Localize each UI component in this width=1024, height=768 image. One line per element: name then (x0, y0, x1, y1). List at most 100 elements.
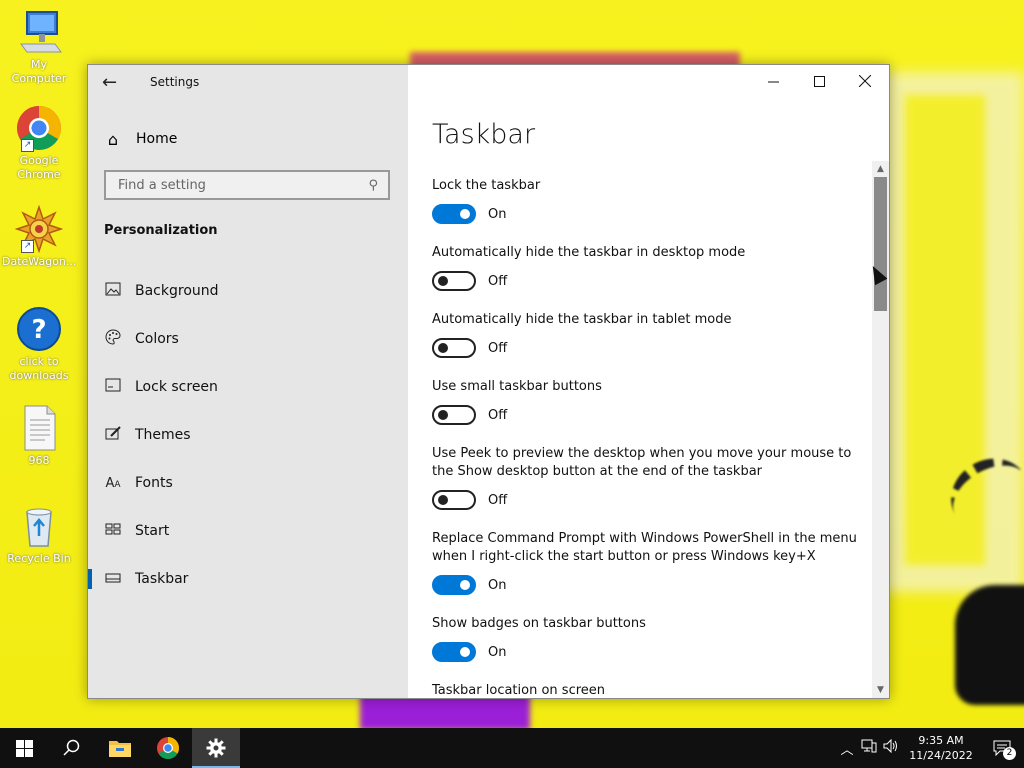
volume-icon[interactable] (880, 738, 902, 757)
search-box[interactable]: ⚲ (104, 170, 390, 200)
nav-item-label: Background (135, 283, 219, 299)
chrome-icon: ↗ (15, 104, 63, 152)
desktop-icon-downloads[interactable]: ? click to downloads (2, 305, 76, 383)
nav-home[interactable]: ⌂ Home (104, 127, 177, 151)
svg-text:?: ? (31, 315, 46, 345)
nav-item-label: Colors (135, 331, 179, 347)
toggle-state: Off (488, 492, 508, 508)
toggle-knob (438, 343, 448, 353)
powershell-toggle[interactable]: On (432, 575, 862, 595)
toggle-switch[interactable] (432, 271, 476, 291)
desktop-icon-label: Google Chrome (17, 154, 61, 181)
toggle-switch[interactable] (432, 490, 476, 510)
nav-item-colors[interactable]: Colors (88, 319, 408, 359)
file-explorer-button[interactable] (96, 728, 144, 768)
taskbar-settings-list: Lock the taskbar On Automatically hide t… (432, 177, 862, 698)
minimize-button[interactable] (750, 65, 796, 97)
nav-item-indicator (88, 329, 92, 349)
minimize-icon (767, 81, 779, 82)
search-button[interactable] (48, 728, 96, 768)
clock[interactable]: 9:35 AM 11/24/2022 (902, 733, 980, 763)
close-button[interactable] (842, 65, 888, 97)
toggle-state: Off (488, 273, 508, 289)
toggle-switch[interactable] (432, 204, 476, 224)
scroll-down-icon[interactable]: ▼ (872, 682, 889, 698)
setting-label: Lock the taskbar (432, 178, 541, 193)
nav-item-indicator (88, 569, 92, 589)
nav-item-fonts[interactable]: AA Fonts (88, 463, 408, 503)
clock-time: 9:35 AM (918, 734, 964, 747)
autohide-desktop-toggle[interactable]: Off (432, 271, 862, 291)
nav-item-label: Start (135, 523, 170, 539)
setting-peek: Use Peek to preview the desktop when you… (432, 445, 862, 510)
nav-item-start[interactable]: Start (88, 511, 408, 551)
themes-icon (104, 425, 122, 445)
desktop-icon-label: 968 (28, 454, 50, 467)
desktop-icon-recycle-bin[interactable]: Recycle Bin (2, 502, 76, 566)
toggle-switch[interactable] (432, 338, 476, 358)
toggle-switch[interactable] (432, 575, 476, 595)
action-center-button[interactable]: 2 (980, 728, 1024, 768)
maximize-button[interactable] (796, 65, 842, 97)
nav-item-label: Fonts (135, 475, 173, 491)
start-icon (104, 523, 122, 539)
search-icon[interactable]: ⚲ (368, 178, 378, 193)
toggle-switch[interactable] (432, 642, 476, 662)
lock-screen-icon (104, 378, 122, 396)
datewagon-icon: ↗ (14, 204, 64, 254)
notification-count-badge: 2 (1003, 747, 1016, 760)
scroll-up-icon[interactable]: ▲ (872, 161, 889, 177)
nav-item-indicator (88, 521, 92, 541)
setting-label: Use Peek to preview the desktop when you… (432, 446, 852, 479)
nav-item-themes[interactable]: Themes (88, 415, 408, 455)
content-scrollbar[interactable]: ▲ ▼ (872, 161, 889, 698)
nav-section-title: Personalization (104, 223, 218, 238)
nav-item-background[interactable]: Background (88, 271, 408, 311)
peek-toggle[interactable]: Off (432, 490, 862, 510)
autohide-tablet-toggle[interactable]: Off (432, 338, 862, 358)
toggle-knob (460, 647, 470, 657)
close-icon (859, 75, 871, 87)
search-input[interactable] (116, 176, 369, 194)
scroll-thumb[interactable] (874, 177, 887, 311)
page-title: Taskbar (432, 119, 536, 150)
small-buttons-toggle[interactable]: Off (432, 405, 862, 425)
clock-date: 11/24/2022 (909, 749, 973, 762)
toggle-knob (460, 580, 470, 590)
shortcut-arrow-icon: ↗ (21, 240, 34, 253)
lock-taskbar-toggle[interactable]: On (432, 204, 862, 224)
toggle-knob (438, 410, 448, 420)
windows-taskbar: ︿ 9:35 AM 11/24/2022 2 (0, 728, 1024, 768)
desktop-icon-968[interactable]: 968 (2, 404, 76, 468)
nav-item-label: Lock screen (135, 379, 218, 395)
desktop-icon-label: My Computer (11, 58, 67, 85)
setting-label: Replace Command Prompt with Windows Powe… (432, 531, 857, 564)
desktop-icon-label: DateWagon... (2, 255, 77, 268)
setting-powershell: Replace Command Prompt with Windows Powe… (432, 530, 862, 595)
chevron-up-icon[interactable]: ︿ (836, 739, 858, 758)
fonts-icon: AA (105, 475, 121, 491)
palette-icon (104, 329, 122, 349)
nav-item-taskbar[interactable]: Taskbar (88, 559, 408, 599)
desktop-icon-my-computer[interactable]: My Computer (2, 8, 76, 86)
gear-icon (206, 738, 226, 758)
start-button[interactable] (0, 728, 48, 768)
wallpaper-shape (955, 585, 1024, 705)
setting-label: Taskbar location on screen (432, 683, 606, 698)
toggle-switch[interactable] (432, 405, 476, 425)
badges-toggle[interactable]: On (432, 642, 862, 662)
nav-item-indicator (88, 281, 92, 301)
back-arrow-icon[interactable]: ← (102, 73, 124, 95)
windows-logo-icon (15, 739, 33, 757)
settings-taskbar-button[interactable] (192, 728, 240, 768)
toggle-state: On (488, 206, 507, 222)
desktop-icon-label: click to downloads (9, 355, 69, 382)
chrome-taskbar-button[interactable] (144, 728, 192, 768)
text-file-icon (15, 404, 63, 452)
setting-small-buttons: Use small taskbar buttons Off (432, 378, 862, 425)
nav-item-lock-screen[interactable]: Lock screen (88, 367, 408, 407)
desktop-icon-chrome[interactable]: ↗ Google Chrome (2, 104, 76, 182)
desktop-icon-datewagon[interactable]: ↗ DateWagon... (2, 204, 77, 269)
toggle-knob (460, 209, 470, 219)
network-icon[interactable] (858, 739, 880, 757)
